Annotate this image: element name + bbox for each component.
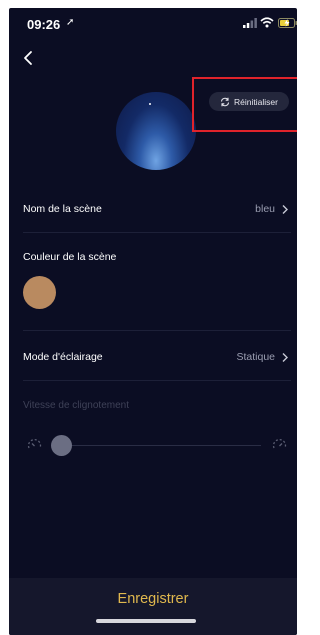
status-time: 09:26 bbox=[27, 17, 61, 32]
blink-speed-track bbox=[61, 445, 261, 446]
scene-color-swatch[interactable] bbox=[23, 276, 56, 309]
save-button[interactable]: Enregistrer bbox=[9, 591, 297, 607]
scene-name-label: Nom de la scène bbox=[23, 203, 102, 215]
scene-preview bbox=[116, 92, 196, 170]
signal-icon bbox=[243, 18, 257, 28]
wifi-icon bbox=[260, 17, 274, 28]
lighting-mode-label: Mode d'éclairage bbox=[23, 351, 103, 363]
fast-speed-icon bbox=[272, 438, 287, 449]
divider bbox=[23, 330, 291, 331]
home-indicator bbox=[96, 619, 196, 623]
chevron-right-icon bbox=[282, 205, 288, 214]
app-screen: 09:26 ➚ Réinitialiser Nom de la scène bl… bbox=[9, 8, 297, 635]
annotation-highlight-box bbox=[192, 77, 297, 132]
slow-speed-icon bbox=[27, 438, 42, 449]
divider bbox=[23, 232, 291, 233]
bottom-bar: Enregistrer bbox=[9, 578, 297, 635]
scene-name-value: bleu bbox=[255, 203, 275, 215]
lighting-mode-value: Statique bbox=[236, 351, 275, 363]
scene-color-row: Couleur de la scène bbox=[23, 246, 291, 270]
lighting-mode-row[interactable]: Mode d'éclairage Statique bbox=[23, 346, 291, 370]
divider bbox=[23, 380, 291, 381]
battery-charging-icon bbox=[278, 18, 297, 28]
scene-color-label: Couleur de la scène bbox=[23, 251, 117, 263]
blink-speed-slider-thumb[interactable] bbox=[51, 435, 72, 456]
preview-sparkle bbox=[149, 103, 151, 105]
location-arrow-icon: ➚ bbox=[66, 17, 75, 28]
chevron-right-icon bbox=[282, 353, 288, 362]
status-bar: 09:26 ➚ bbox=[9, 8, 297, 38]
scene-name-row[interactable]: Nom de la scène bleu bbox=[23, 198, 291, 222]
back-button[interactable] bbox=[19, 48, 39, 68]
blink-speed-label: Vitesse de clignotement bbox=[23, 400, 129, 411]
